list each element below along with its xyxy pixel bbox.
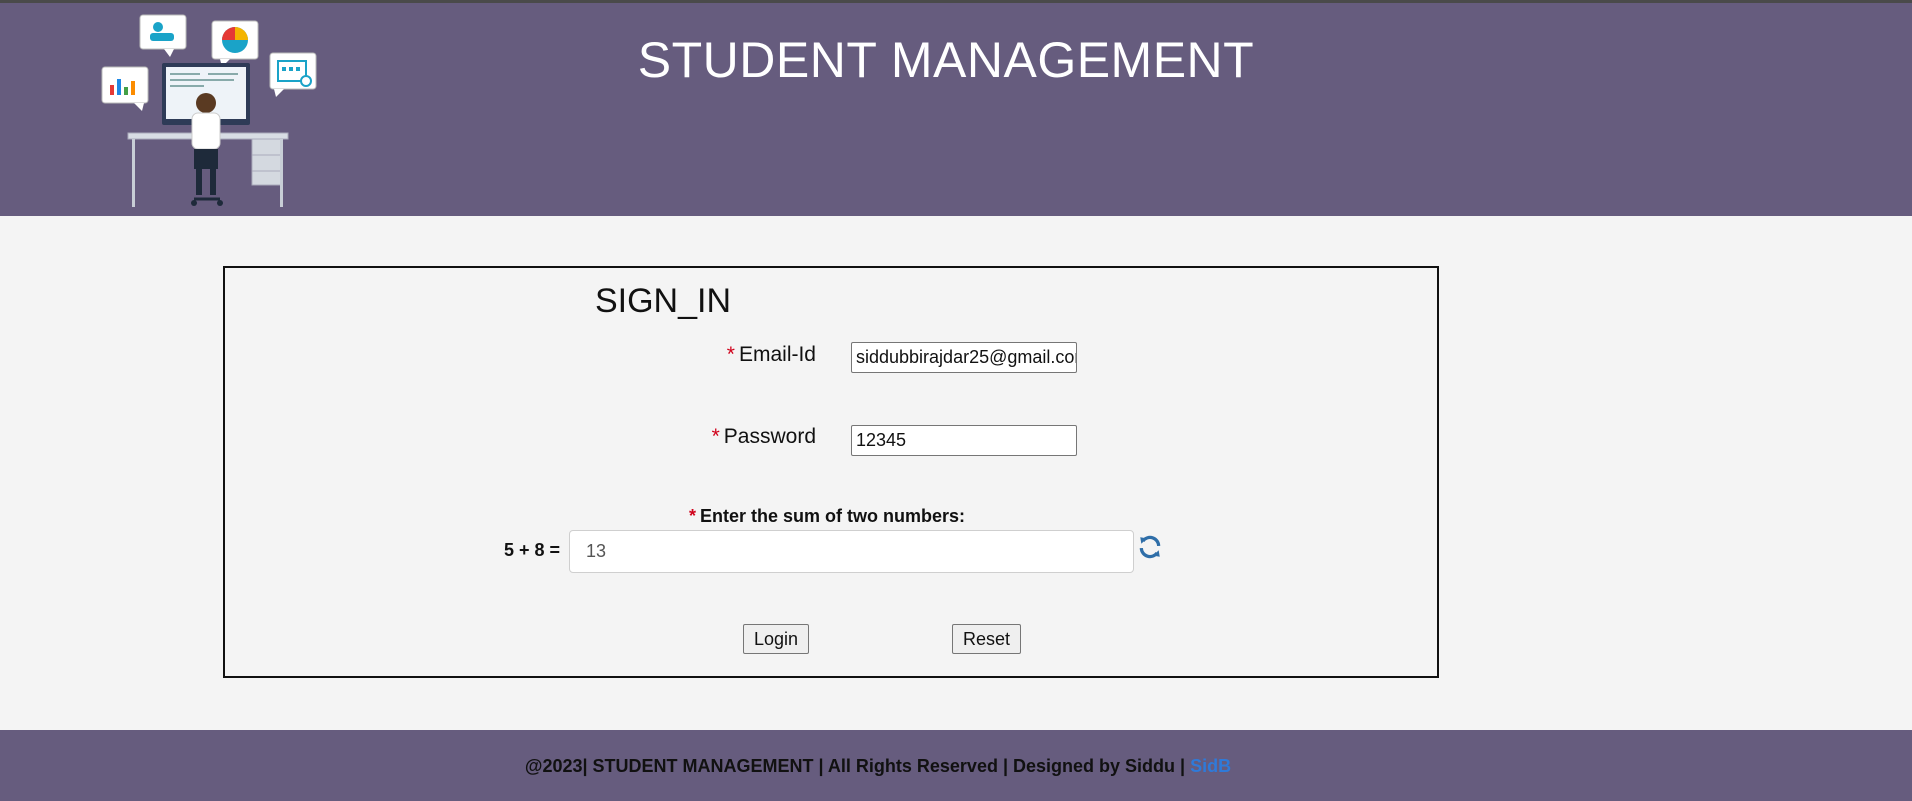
site-title-text: STUDENT MANAGEMENT bbox=[637, 32, 1255, 88]
signin-card: SIGN_IN * Email-Id siddubbirajdar25@gmail… bbox=[223, 266, 1439, 678]
captcha-answer-input[interactable]: 13 bbox=[569, 530, 1134, 573]
login-button[interactable]: Login bbox=[743, 624, 810, 654]
required-marker: * bbox=[726, 343, 735, 366]
site-title: STUDENT MANAGEMENT bbox=[0, 31, 1912, 89]
captcha-label-text: Enter the sum of two numbers: bbox=[699, 506, 966, 526]
reset-button[interactable]: Reset bbox=[952, 624, 1022, 654]
required-marker: * bbox=[688, 506, 696, 526]
footer-text: @2023| STUDENT MANAGEMENT | All Rights R… bbox=[0, 756, 1912, 777]
site-header: STUDENT MANAGEMENT bbox=[0, 3, 1912, 216]
captcha-question: 5 + 8 = bbox=[504, 540, 561, 560]
required-marker: * bbox=[711, 425, 720, 448]
password-label-text: Password bbox=[723, 425, 816, 448]
signin-title-text: SIGN_IN bbox=[594, 282, 732, 320]
signin-title: SIGN_IN bbox=[225, 282, 1441, 321]
footer-link[interactable]: SidB bbox=[1190, 756, 1231, 776]
site-footer: @2023| STUDENT MANAGEMENT | All Rights R… bbox=[0, 730, 1912, 801]
email-field[interactable]: siddubbirajdar25@gmail.com bbox=[851, 342, 1077, 373]
password-field[interactable]: 12345 bbox=[851, 425, 1077, 456]
password-label: * Password bbox=[516, 425, 816, 449]
email-label: * Email-Id bbox=[516, 343, 816, 367]
copyright-text: @2023| STUDENT MANAGEMENT | All Rights R… bbox=[524, 756, 1186, 776]
refresh-icon[interactable] bbox=[1137, 534, 1163, 560]
captcha-label: * Enter the sum of two numbers: bbox=[225, 506, 1441, 527]
email-label-text: Email-Id bbox=[738, 343, 816, 366]
